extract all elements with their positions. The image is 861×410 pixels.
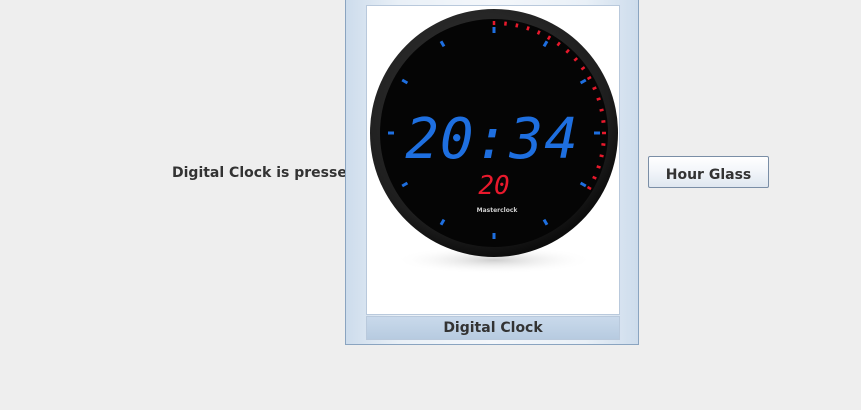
digital-clock-image: 20:34 20 Masterclock (366, 5, 620, 315)
clock-second-dot (592, 86, 597, 91)
clock-second-dot (599, 154, 604, 158)
clock-seconds-digits: 20 (478, 171, 509, 201)
clock-time-digits: 20:34 (405, 107, 579, 172)
clock-second-dot (515, 23, 519, 28)
digital-clock-caption: Digital Clock (366, 316, 620, 340)
status-label: Digital Clock is pressed (172, 165, 357, 181)
clock-second-dot (596, 165, 601, 169)
clock-face-graphic: 20:34 20 Masterclock (370, 9, 618, 274)
clock-brand-logo: Masterclock (477, 207, 519, 214)
clock-second-dot (586, 185, 592, 191)
clock-second-dot (536, 30, 541, 35)
clock-second-dot (592, 175, 597, 180)
clock-second-dot (546, 35, 552, 41)
clock-second-dot (586, 75, 592, 81)
clock-second-dot (526, 26, 530, 31)
hour-glass-button[interactable]: Hour Glass (648, 156, 769, 188)
clock-second-dot (599, 108, 604, 112)
digital-clock-button[interactable]: 20:34 20 Masterclock Digital Clock (345, 0, 639, 345)
clock-second-dot (596, 97, 601, 101)
